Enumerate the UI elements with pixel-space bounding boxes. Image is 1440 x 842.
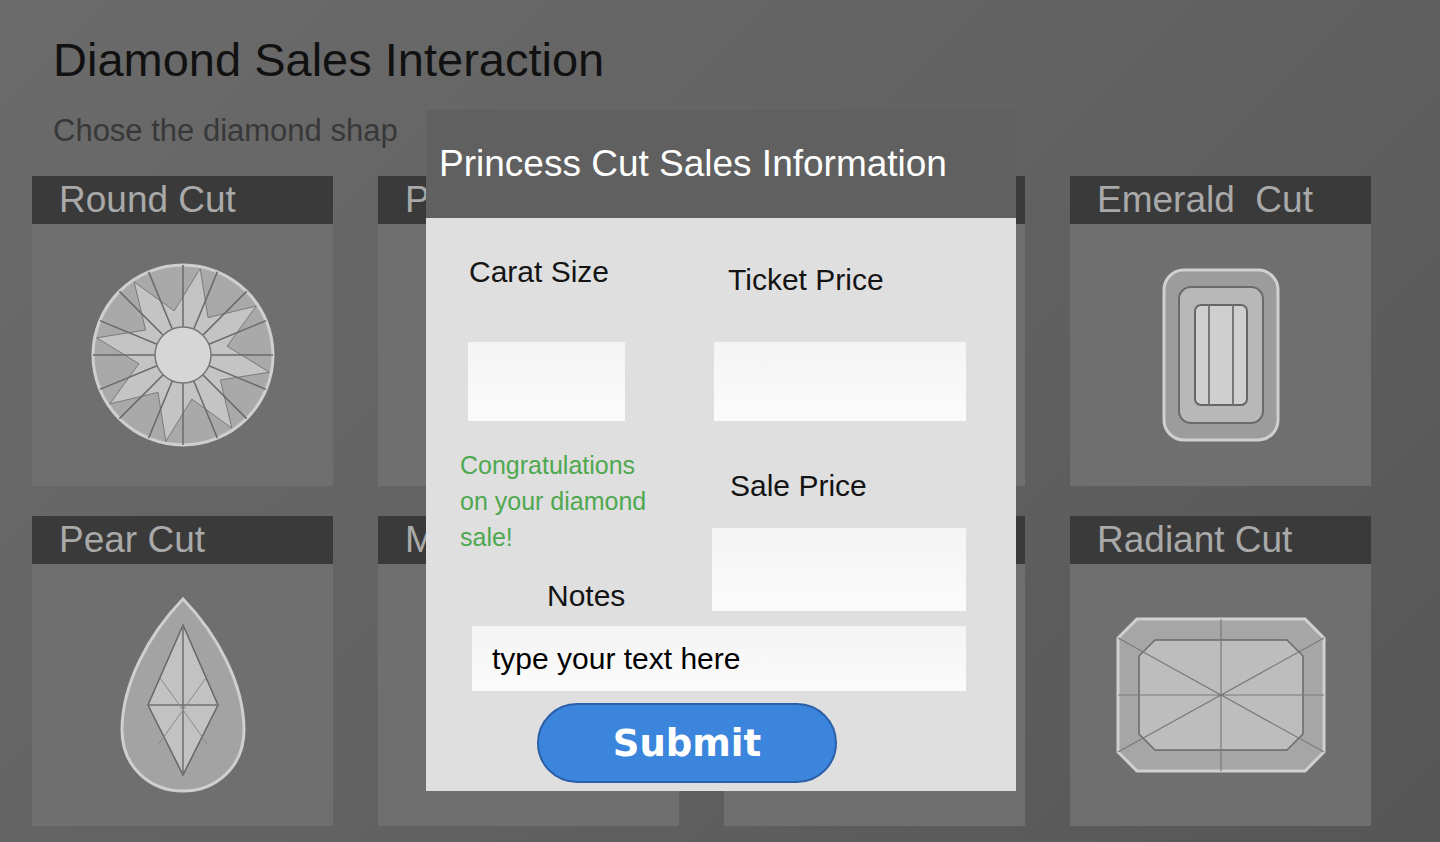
card-body <box>32 224 333 486</box>
notes-input[interactable] <box>472 626 966 691</box>
emerald-diamond-icon <box>1161 267 1281 443</box>
modal-title: Princess Cut Sales Information <box>426 110 1016 218</box>
sales-modal: Princess Cut Sales InformationCarat Size… <box>426 110 1016 791</box>
card-body <box>32 564 333 826</box>
ticket-price-label: Ticket Price <box>712 262 966 298</box>
page-title: Diamond Sales Interaction <box>53 32 1440 88</box>
carat-input[interactable] <box>468 342 625 421</box>
diamond-card[interactable]: Radiant Cut <box>1070 516 1371 826</box>
card-label: Round Cut <box>32 176 333 224</box>
carat-label: Carat Size <box>460 254 680 290</box>
card-body <box>1070 224 1371 486</box>
sale-price-input[interactable] <box>712 528 966 611</box>
card-label: Emerald Cut <box>1070 176 1371 224</box>
diamond-card[interactable]: Pear Cut <box>32 516 333 826</box>
card-body <box>1070 564 1371 826</box>
modal-body: Carat Size Congratulations on your diamon… <box>426 218 1016 783</box>
card-label: Radiant Cut <box>1070 516 1371 564</box>
card-label: Pear Cut <box>32 516 333 564</box>
diamond-card[interactable]: Emerald Cut <box>1070 176 1371 486</box>
form-columns: Carat Size Congratulations on your diamon… <box>460 218 976 614</box>
ticket-price-input[interactable] <box>714 342 966 421</box>
success-message: Congratulations on your diamond sale! <box>460 447 660 555</box>
pear-diamond-icon <box>118 595 248 795</box>
right-column: Ticket Price Sale Price <box>712 218 966 614</box>
left-column: Carat Size Congratulations on your diamon… <box>460 218 680 614</box>
submit-button[interactable]: Submit <box>537 703 837 783</box>
round-diamond-icon <box>88 260 278 450</box>
radiant-diamond-icon <box>1115 616 1327 774</box>
notes-label: Notes <box>460 578 680 614</box>
sale-price-label: Sale Price <box>712 468 966 504</box>
diamond-card[interactable]: Round Cut <box>32 176 333 486</box>
